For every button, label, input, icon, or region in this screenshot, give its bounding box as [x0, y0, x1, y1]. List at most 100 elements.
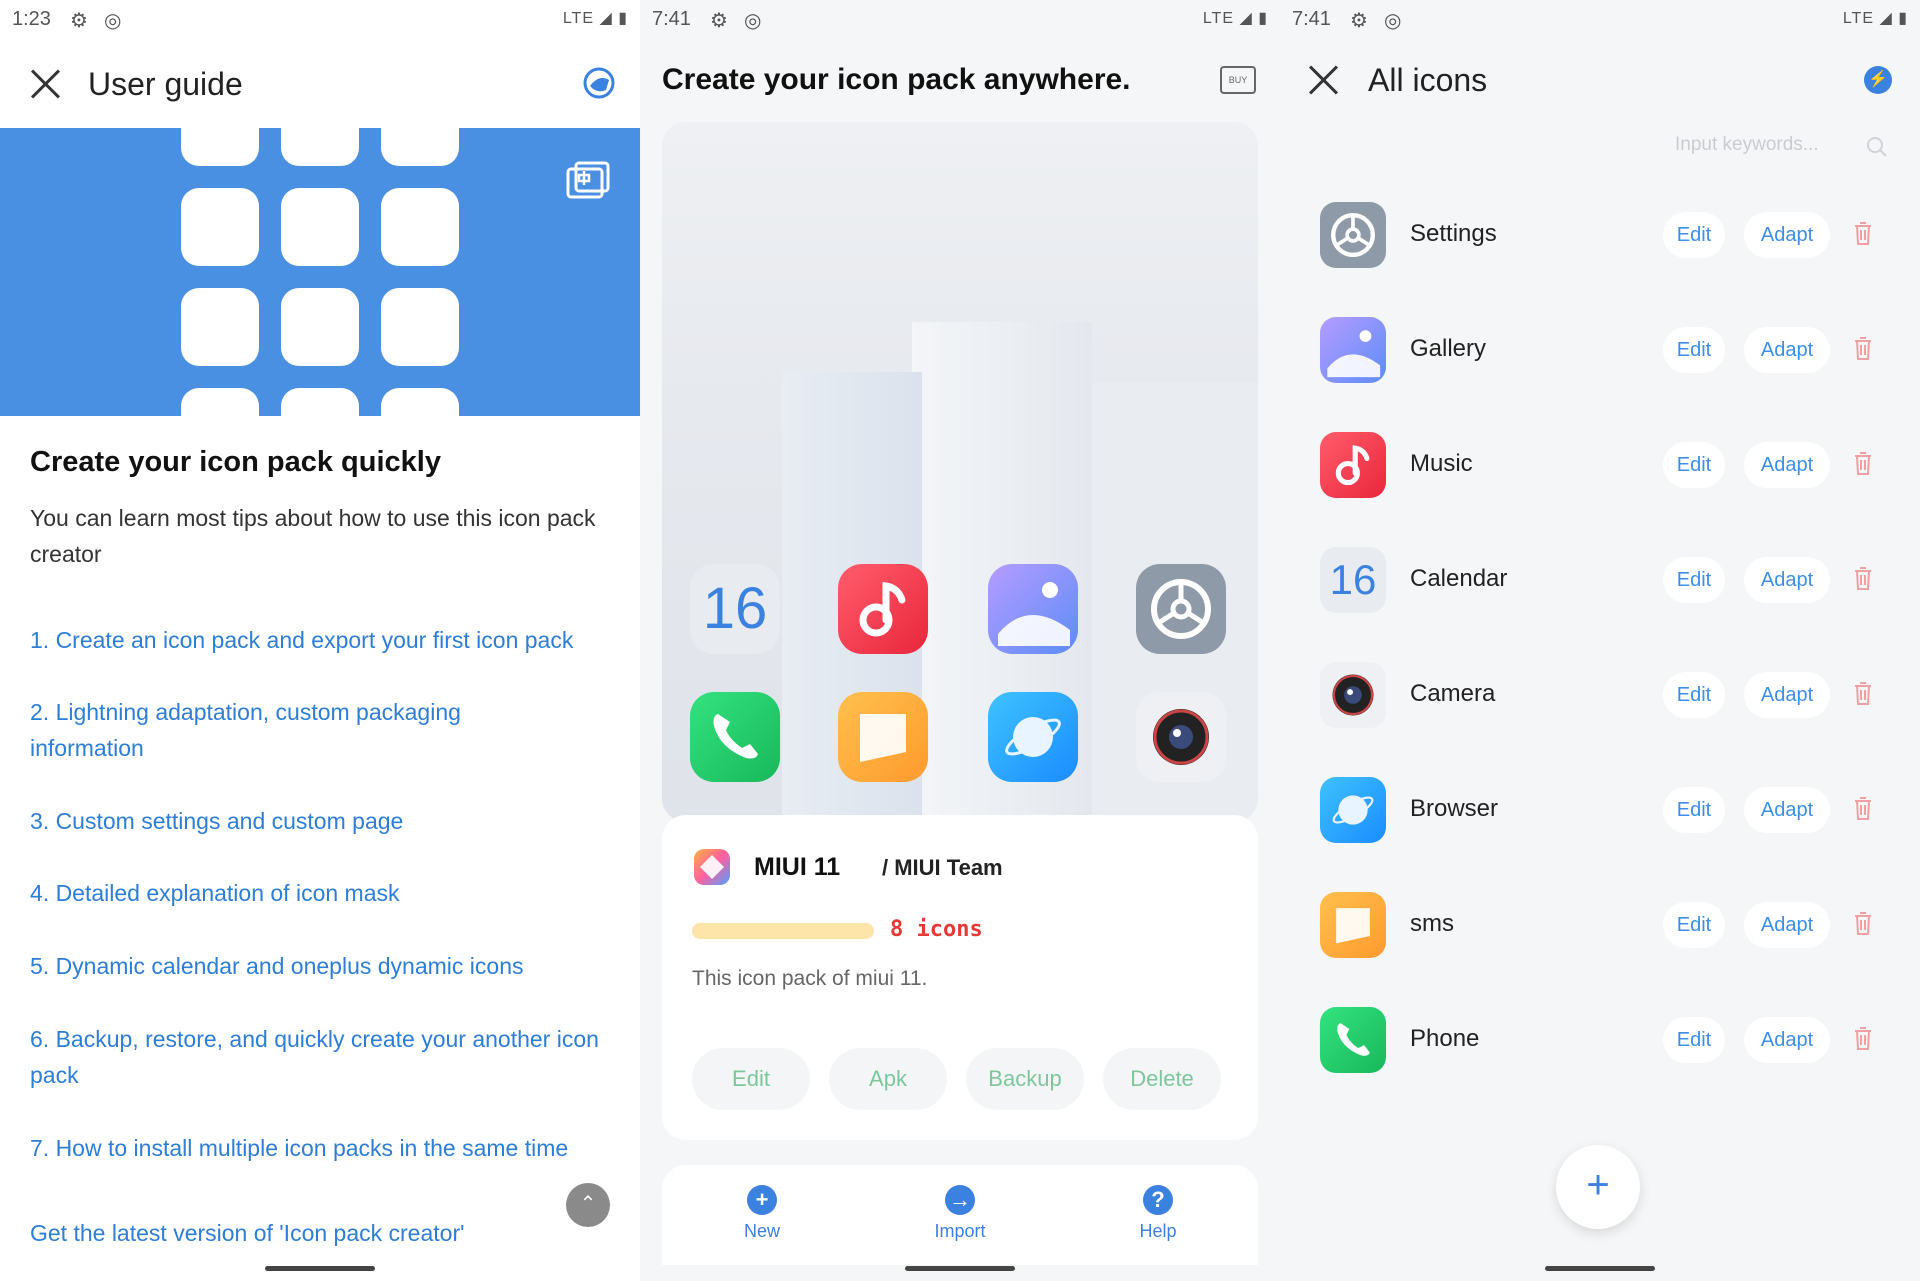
hero-banner	[0, 128, 640, 416]
guide-link-lightning-adaptation[interactable]: 2. Lightning adaptation, custom packagin…	[30, 694, 550, 766]
scroll-top-button[interactable]: ⌃	[566, 1183, 610, 1227]
edit-button[interactable]: Edit	[1663, 212, 1725, 258]
pack-logo-icon	[694, 849, 730, 885]
trash-icon[interactable]	[1853, 565, 1873, 591]
icon-row-settings[interactable]: Settings Edit Adapt	[1280, 190, 1920, 290]
browser-app-icon	[988, 692, 1078, 782]
gallery-icon	[1320, 317, 1386, 383]
close-icon[interactable]	[1306, 63, 1340, 97]
music-app-icon	[838, 564, 928, 654]
trash-icon[interactable]	[1853, 335, 1873, 361]
add-icon-button[interactable]: +	[1556, 1145, 1640, 1229]
icon-row-music[interactable]: Music Edit Adapt	[1280, 420, 1920, 520]
edit-button[interactable]: Edit	[1663, 672, 1725, 718]
trash-icon[interactable]	[1853, 220, 1873, 246]
icon-progress-track	[692, 923, 874, 939]
adapt-button[interactable]: Adapt	[1744, 902, 1830, 948]
app-tile-placeholder	[181, 388, 259, 416]
pack-author: / MIUI Team	[882, 855, 1003, 880]
bottom-tab-bar: + New → Import ? Help	[662, 1165, 1258, 1265]
edit-button[interactable]: Edit	[1663, 557, 1725, 603]
tab-import[interactable]: → Import	[900, 1185, 1020, 1242]
icon-row-browser[interactable]: Browser Edit Adapt	[1280, 765, 1920, 865]
app-tile-placeholder	[381, 288, 459, 366]
icon-row-sms[interactable]: sms Edit Adapt	[1280, 880, 1920, 980]
guide-link-latest-version[interactable]: Get the latest version of 'Icon pack cre…	[30, 1215, 620, 1251]
adapt-button[interactable]: Adapt	[1744, 672, 1830, 718]
close-icon[interactable]	[28, 67, 62, 101]
backup-button[interactable]: Backup	[966, 1048, 1084, 1110]
icon-count: 8 icons	[890, 917, 983, 942]
edit-button[interactable]: Edit	[1663, 1017, 1725, 1063]
user-guide-screen: 1:23 ⚙ ◎ LTE ◢ ▮ User guide Create your …	[0, 0, 640, 1281]
adapt-button[interactable]: Adapt	[1744, 1017, 1830, 1063]
flash-adapt-icon[interactable]: ⚡	[1864, 66, 1892, 94]
app-tile-placeholder	[281, 388, 359, 416]
edit-button[interactable]: Edit	[1663, 327, 1725, 373]
app-tile-placeholder	[181, 128, 259, 166]
tab-new[interactable]: + New	[702, 1185, 822, 1242]
trash-icon[interactable]	[1853, 795, 1873, 821]
phone-icon	[1320, 1007, 1386, 1073]
edit-button[interactable]: Edit	[1663, 787, 1725, 833]
guide-link-multiple-packs[interactable]: 7. How to install multiple icon packs in…	[30, 1130, 620, 1166]
network-indicator: LTE ◢ ▮	[562, 10, 628, 27]
status-time: 1:23	[12, 8, 51, 30]
adapt-button[interactable]: Adapt	[1744, 212, 1830, 258]
apk-button[interactable]: Apk	[829, 1048, 947, 1110]
page-title: Create your icon pack anywhere.	[662, 63, 1131, 96]
all-icons-screen: 7:41 ⚙ ◎ LTE ◢ ▮ All icons ⚡ Input keywo…	[1280, 0, 1920, 1281]
buy-label: BUY	[1228, 75, 1248, 85]
icon-name: sms	[1410, 910, 1454, 937]
icon-row-camera[interactable]: Camera Edit Adapt	[1280, 650, 1920, 750]
tab-help[interactable]: ? Help	[1098, 1185, 1218, 1242]
icon-name: Camera	[1410, 680, 1496, 707]
adapt-button[interactable]: Adapt	[1744, 327, 1830, 373]
adapt-button[interactable]: Adapt	[1744, 442, 1830, 488]
camera-icon	[1320, 662, 1386, 728]
plus-circle-icon: +	[747, 1185, 777, 1215]
camera-app-icon	[1136, 692, 1226, 782]
edit-button[interactable]: Edit	[1663, 902, 1725, 948]
sms-app-icon	[838, 692, 928, 782]
tab-import-label: Import	[934, 1221, 986, 1241]
guide-link-dynamic-calendar[interactable]: 5. Dynamic calendar and oneplus dynamic …	[30, 948, 620, 984]
status-bar: 7:41 ⚙ ◎ LTE ◢ ▮	[1280, 0, 1920, 38]
language-icon[interactable]	[566, 161, 610, 201]
settings-app-icon	[1136, 564, 1226, 654]
guide-link-backup-restore[interactable]: 6. Backup, restore, and quickly create y…	[30, 1021, 600, 1093]
app-tile-placeholder	[281, 128, 359, 166]
delete-pack-button[interactable]: Delete	[1103, 1048, 1221, 1110]
page-title: All icons	[1368, 62, 1488, 98]
pack-preview: 16	[662, 122, 1258, 822]
guide-link-icon-mask[interactable]: 4. Detailed explanation of icon mask	[30, 875, 620, 911]
trash-icon[interactable]	[1853, 680, 1873, 706]
edit-pack-button[interactable]: Edit	[692, 1048, 810, 1110]
icon-progress-fill	[692, 923, 874, 939]
guide-link-create-pack[interactable]: 1. Create an icon pack and export your f…	[30, 622, 620, 658]
settings-icon	[1320, 202, 1386, 268]
globe-icon[interactable]	[582, 66, 616, 100]
icon-row-phone[interactable]: Phone Edit Adapt	[1280, 995, 1920, 1095]
status-bar: 1:23 ⚙ ◎ LTE ◢ ▮	[0, 0, 640, 38]
adapt-button[interactable]: Adapt	[1744, 557, 1830, 603]
icon-name: Phone	[1410, 1025, 1480, 1052]
trash-icon[interactable]	[1853, 450, 1873, 476]
edit-button[interactable]: Edit	[1663, 442, 1725, 488]
search-input[interactable]: Input keywords...	[1640, 134, 1890, 174]
trash-icon[interactable]	[1853, 1025, 1873, 1051]
trash-icon[interactable]	[1853, 910, 1873, 936]
pack-info-card[interactable]: MIUI 11 / MIUI Team 8 icons This icon pa…	[662, 815, 1258, 1140]
buy-button[interactable]: BUY	[1220, 66, 1256, 94]
sms-icon	[1320, 892, 1386, 958]
icon-row-calendar[interactable]: 16 Calendar Edit Adapt	[1280, 535, 1920, 635]
app-tile-placeholder	[381, 188, 459, 266]
icon-name: Browser	[1410, 795, 1499, 822]
icon-row-gallery[interactable]: Gallery Edit Adapt	[1280, 305, 1920, 405]
app-tile-placeholder	[381, 128, 459, 166]
calendar-icon: 16	[1320, 547, 1386, 613]
guide-link-custom-settings[interactable]: 3. Custom settings and custom page	[30, 803, 620, 839]
app-tile-placeholder	[381, 388, 459, 416]
adapt-button[interactable]: Adapt	[1744, 787, 1830, 833]
app-tile-placeholder	[181, 188, 259, 266]
